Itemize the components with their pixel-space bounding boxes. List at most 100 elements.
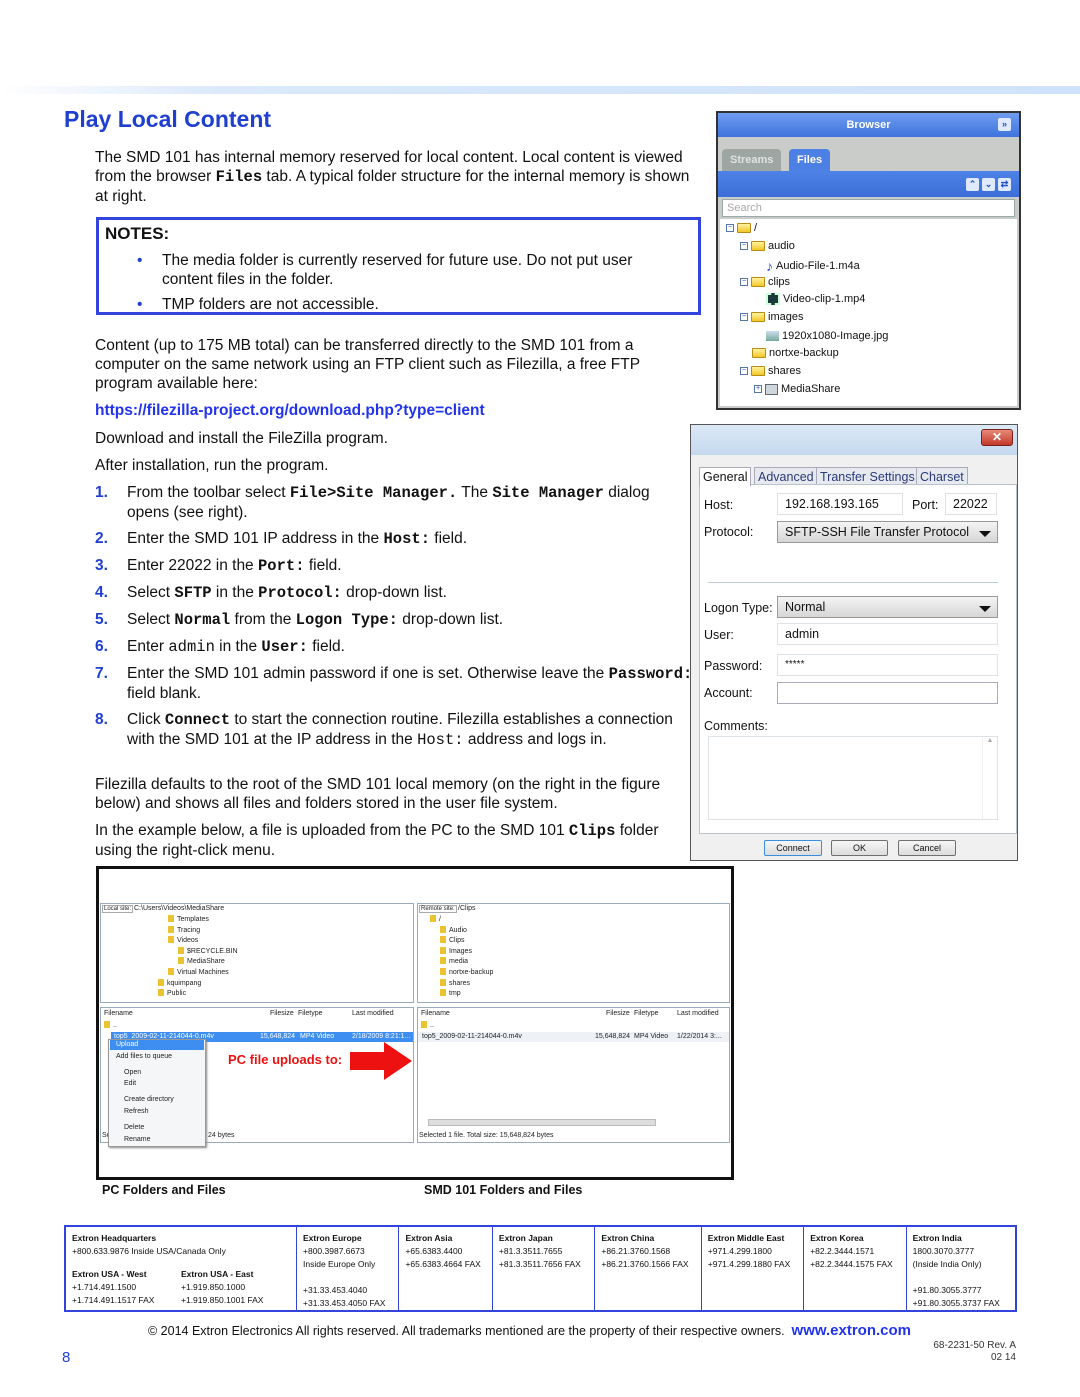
menu-item-add-files-to-queue[interactable]: Add files to queue [116,1053,172,1060]
tree-folder[interactable]: media [440,957,468,965]
office-phone: +82.2.3444.1571 [810,1246,875,1256]
tab-general[interactable]: General [699,467,752,486]
tree-folder[interactable]: $RECYCLE.BIN [178,946,238,955]
tree-folder[interactable]: Videos [168,936,198,944]
remote-site-label: Remote site: [419,905,457,913]
horizontal-scrollbar[interactable] [428,1119,656,1126]
col-filename[interactable]: Filename [104,1010,133,1017]
tree-folder[interactable]: tmp [440,989,461,997]
parent-folder-row[interactable]: .. [104,1021,117,1029]
office-name: Extron India [912,1233,962,1243]
col-filetype[interactable]: Filetype [298,1010,323,1017]
port-field[interactable]: 22022 [945,493,997,515]
col-filename[interactable]: Filename [421,1010,450,1017]
menu-item-upload[interactable]: Upload [116,1041,138,1048]
tree-item-clips[interactable]: − clips [740,276,790,288]
browser-search-input[interactable]: Search [722,199,1015,217]
text-run: Select [127,611,175,628]
remote-path-input[interactable]: /Clips [458,905,476,912]
text-run: Enter [127,638,169,655]
protocol-dropdown[interactable]: SFTP-SSH File Transfer Protocol [777,521,998,543]
tree-folder[interactable]: Templates [168,915,209,923]
col-last-modified[interactable]: Last modified [677,1010,719,1017]
menu-item-open[interactable]: Open [124,1069,141,1076]
menu-item-edit[interactable]: Edit [124,1080,136,1087]
menu-item-create-directory[interactable]: Create directory [124,1096,174,1103]
tree-item-nortxe-backup[interactable]: nortxe-backup [752,347,839,359]
tab-charset[interactable]: Charset [916,467,968,485]
collapse-icon[interactable]: − [740,278,748,286]
step-text: From the toolbar select File>Site Manage… [127,483,695,522]
tab-transfer-settings[interactable]: Transfer Settings [816,467,919,485]
tree-item-root[interactable]: − / [726,222,757,234]
tree-folder[interactable]: / [430,915,441,923]
expand-all-icon[interactable]: ⌄ [982,178,995,191]
code-term: Port: [258,557,305,575]
website-link[interactable]: www.extron.com [792,1322,911,1339]
folder-icon [421,1021,427,1028]
office-phone: +31.33.453.4050 FAX [303,1298,386,1308]
tab-advanced[interactable]: Advanced [754,467,818,485]
tree-folder[interactable]: Tracing [168,925,200,934]
tree-folder[interactable]: Clips [440,936,465,944]
tree-folder[interactable]: nortxe-backup [440,968,493,976]
host-field[interactable]: 192.168.193.165 [777,493,903,515]
file-tree: − / − audio ♪ Audio-File-1.m4a − clips Video… [720,219,1017,406]
tree-folder[interactable]: Audio [440,925,467,934]
folder-name: media [449,958,469,966]
collapse-icon[interactable]: − [740,313,748,321]
refresh-icon[interactable]: ⇄ [998,178,1011,191]
tree-folder[interactable]: kquimpang [158,978,201,987]
password-field[interactable]: ***** [777,654,998,676]
tree-item-images[interactable]: − images [740,311,803,323]
cancel-button[interactable]: Cancel [898,840,956,856]
menu-item-rename[interactable]: Rename [124,1136,150,1143]
logon-type-dropdown[interactable]: Normal [777,596,998,618]
close-button[interactable]: ✕ [981,429,1013,446]
comments-textarea[interactable] [708,736,998,820]
collapse-icon[interactable]: − [740,242,748,250]
tree-item-mediashare[interactable]: + MediaShare [754,383,840,395]
browser-panel: Browser » Streams Files ⌃ ⌄ ⇄ Search − / … [716,111,1021,410]
logon-type-label: Logon Type: [704,601,773,615]
folder-icon [440,946,446,954]
collapse-panel-icon[interactable]: » [998,118,1011,131]
menu-item-refresh[interactable]: Refresh [124,1108,149,1115]
tree-folder[interactable]: shares [440,978,470,987]
tree-item-audio[interactable]: − audio [740,240,795,252]
account-field[interactable] [777,682,998,704]
tree-folder[interactable]: Images [440,946,472,955]
expand-icon[interactable]: + [754,385,762,393]
tree-item-shares[interactable]: − shares [740,365,801,377]
folder-icon [440,936,446,944]
collapse-icon[interactable]: − [726,224,734,232]
local-site-label: Local site: [102,905,134,913]
connect-button[interactable]: Connect [764,840,822,856]
parent-folder-row[interactable]: .. [421,1021,434,1029]
text-run: field. [430,530,468,547]
filezilla-download-link[interactable]: https://filezilla-project.org/download.p… [95,402,485,420]
collapse-all-icon[interactable]: ⌃ [966,178,979,191]
folder-icon [440,968,446,975]
tab-files[interactable]: Files [789,149,831,171]
tree-item-image-file[interactable]: 1920x1080-Image.jpg [766,330,888,342]
col-filetype[interactable]: Filetype [634,1010,659,1017]
collapse-icon[interactable]: − [740,367,748,375]
user-field[interactable]: admin [777,623,998,645]
office-name: Extron Korea [810,1233,864,1243]
tree-item-video-file[interactable]: Video-clip-1.mp4 [766,293,865,305]
menu-item-delete[interactable]: Delete [124,1124,144,1131]
col-last-modified[interactable]: Last modified [352,1010,394,1017]
col-filesize[interactable]: Filesize [270,1010,294,1017]
local-path-input[interactable]: C:\Users\Videos\MediaShare [134,905,224,912]
step-8: 8. Click Connect to start the connection … [95,710,695,750]
comments-scrollbar[interactable]: ▲ [982,737,997,819]
folder-icon [737,223,751,233]
tree-folder[interactable]: Public [158,989,186,997]
tab-streams[interactable]: Streams [722,149,782,171]
tree-folder[interactable]: MediaShare [178,957,225,965]
col-filesize[interactable]: Filesize [606,1010,630,1017]
ok-button[interactable]: OK [831,840,888,856]
tree-folder[interactable]: Virtual Machines [168,968,229,976]
tree-item-audio-file[interactable]: ♪ Audio-File-1.m4a [766,258,860,274]
